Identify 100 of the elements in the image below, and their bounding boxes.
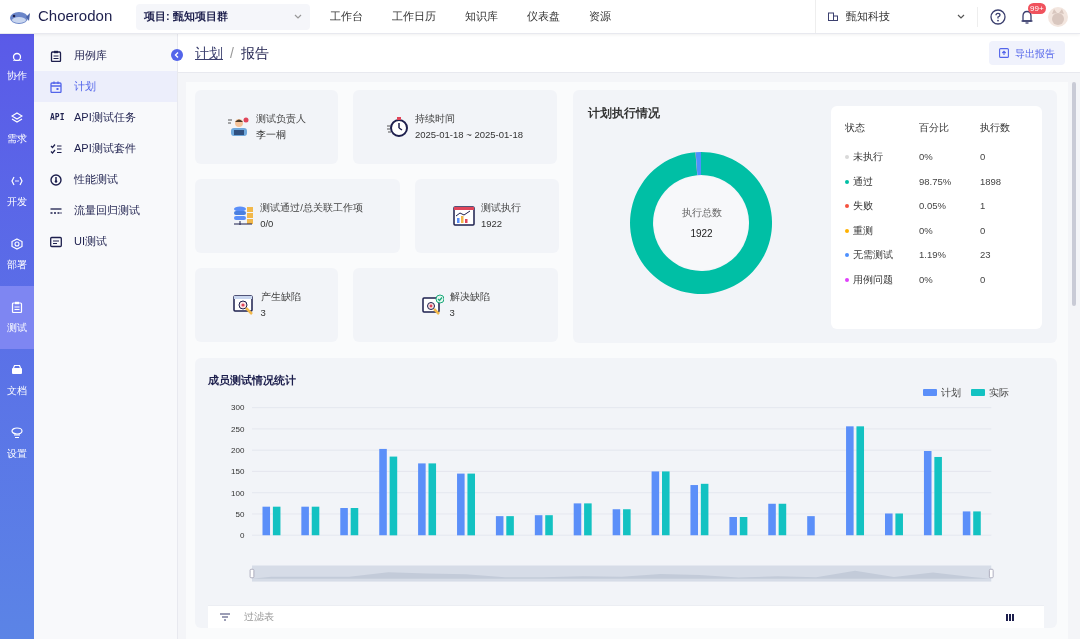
page-title: 报告 xyxy=(240,43,269,63)
filter-field[interactable]: 过滤表 xyxy=(244,610,444,625)
stat-label: 测试负责人 xyxy=(255,111,306,126)
stat-label: 解决缺陷 xyxy=(449,289,490,304)
bar xyxy=(262,506,271,536)
clipboard-icon xyxy=(50,49,62,62)
sidebar-item[interactable]: API API测试任务 xyxy=(34,102,177,133)
table-cell-text: 0 xyxy=(980,272,987,287)
calendar-icon xyxy=(50,80,62,93)
stat-value: 1922 xyxy=(481,217,504,231)
bar xyxy=(885,513,893,536)
bar xyxy=(311,506,320,536)
project-select[interactable]: 项目: 甄知项目群 xyxy=(136,3,310,30)
rail-item[interactable]: 开发 xyxy=(0,160,34,223)
sidebar-item[interactable]: 用例库 xyxy=(34,40,177,71)
data-zoom-slider[interactable] xyxy=(249,565,994,582)
donut-center-label: 执行总数 xyxy=(681,206,722,221)
bar xyxy=(895,513,903,536)
table-cell-text: 0.05% xyxy=(919,199,947,214)
bar xyxy=(534,515,543,536)
bar xyxy=(962,511,971,536)
bar xyxy=(973,511,981,536)
bug-search-drawing xyxy=(232,294,255,316)
breadcrumb-link[interactable]: 计划 xyxy=(195,42,223,64)
columns-icon xyxy=(1006,613,1014,621)
status-label: 重测 xyxy=(853,223,873,238)
bar xyxy=(495,516,504,536)
bug-resolved-drawing xyxy=(421,294,444,316)
nav-link[interactable]: 工作台 xyxy=(330,8,363,25)
bar xyxy=(272,506,281,536)
rail-item[interactable]: 设置 xyxy=(0,412,34,475)
status-label: 用例问题 xyxy=(853,272,893,287)
donut-center-value: 1922 xyxy=(690,227,713,242)
org-select[interactable]: 甄知科技 xyxy=(815,0,977,33)
table-cell-text: 1898 xyxy=(980,174,1003,189)
table-cell-text: 0% xyxy=(919,223,934,238)
bar xyxy=(340,508,348,536)
bar xyxy=(807,516,815,536)
scrollbar[interactable] xyxy=(1072,82,1076,306)
chevron-down-icon xyxy=(294,13,302,20)
chart-title: 成员测试情况统计 xyxy=(208,372,296,388)
nav-link[interactable]: 资源 xyxy=(589,8,611,25)
legend-label: 计划 xyxy=(941,385,961,400)
rail-item[interactable]: 文档 xyxy=(0,349,34,412)
bar xyxy=(457,473,465,536)
chevron-down-icon xyxy=(957,13,965,20)
bar xyxy=(545,515,553,536)
help-icon[interactable] xyxy=(990,8,1006,25)
rail-item[interactable]: 部署 xyxy=(0,223,34,286)
stat-label: 测试通过/总关联工作项 xyxy=(260,200,363,215)
sidebar-item[interactable]: UI测试 xyxy=(34,226,177,257)
sidebar-item[interactable]: 计划 xyxy=(34,71,177,102)
bar xyxy=(623,509,631,536)
table-cell-text: 0% xyxy=(919,150,934,165)
module-icon xyxy=(11,174,23,187)
module-icon xyxy=(11,237,23,250)
bar xyxy=(506,516,514,536)
export-icon xyxy=(999,48,1009,58)
gauge-icon xyxy=(50,173,62,186)
checklist-icon xyxy=(50,142,62,155)
bar xyxy=(778,503,787,536)
bar xyxy=(301,506,309,536)
api-icon: API xyxy=(50,111,62,124)
table-cell-text: 98.75% xyxy=(919,174,953,189)
bar xyxy=(768,503,776,536)
stopwatch-drawing xyxy=(387,116,409,138)
bar xyxy=(662,471,670,536)
stat-label: 产生缺陷 xyxy=(260,289,301,304)
person-drawing xyxy=(227,116,250,138)
rail-item[interactable]: 协作 xyxy=(0,34,34,97)
table-cell-text: 1.19% xyxy=(919,248,947,263)
status-label: 未执行 xyxy=(853,150,883,165)
stat-value: 0/0 xyxy=(260,217,275,231)
module-icon xyxy=(11,300,23,313)
bar xyxy=(739,517,748,536)
nav-link[interactable]: 仪表盘 xyxy=(527,8,560,25)
bar xyxy=(729,517,737,536)
stat-value: 3 xyxy=(449,306,456,320)
building-icon xyxy=(828,12,838,21)
module-icon xyxy=(11,363,23,376)
bar xyxy=(612,509,621,536)
collapse-icon[interactable] xyxy=(171,49,183,61)
column-header: 百分比 xyxy=(919,120,950,135)
legend-label: 实际 xyxy=(989,385,1009,400)
stat-label: 测试执行 xyxy=(481,200,521,215)
sidebar-item[interactable]: 流量回归测试 xyxy=(34,195,177,226)
table-cell-text: 23 xyxy=(980,248,992,263)
card-title: 计划执行情况 xyxy=(588,106,661,121)
bar xyxy=(690,485,698,536)
rail-item[interactable]: 需求 xyxy=(0,97,34,160)
app-name: Choerodon xyxy=(38,6,113,27)
table-cell-text: 0% xyxy=(919,272,934,287)
export-button[interactable]: 导出报告 xyxy=(989,41,1065,65)
nav-link[interactable]: 工作日历 xyxy=(392,8,436,25)
bar xyxy=(584,503,592,536)
sidebar-item[interactable]: 性能测试 xyxy=(34,164,177,195)
nav-link[interactable]: 知识库 xyxy=(465,8,498,25)
sidebar-item[interactable]: API测试套件 xyxy=(34,133,177,164)
column-header: 状态 xyxy=(845,120,866,135)
database-drawing xyxy=(232,205,255,227)
